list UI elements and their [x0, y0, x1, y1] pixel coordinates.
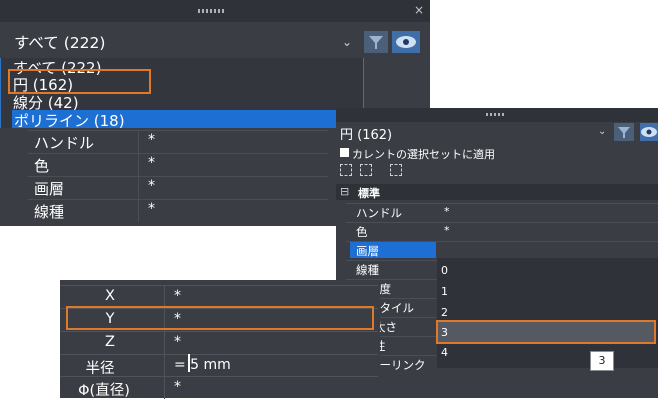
chevron-down-icon[interactable]: ⌄ — [598, 126, 606, 137]
property-name: ハンドル — [356, 206, 402, 220]
highlight-box — [8, 69, 151, 94]
chevron-down-icon[interactable]: ⌄ — [342, 35, 352, 49]
apply-selection-checkbox[interactable] — [340, 148, 349, 157]
dropdown-option[interactable]: 0 — [441, 264, 448, 277]
property-value: * — [174, 288, 181, 304]
property-row[interactable]: ハンドル * — [28, 130, 328, 153]
property-value: * — [444, 224, 450, 237]
tooltip: 3 — [590, 351, 614, 371]
select-objects-icon[interactable] — [340, 164, 352, 176]
property-row[interactable]: 線種 * — [28, 199, 328, 222]
divider — [164, 332, 165, 354]
text-caret — [188, 354, 190, 372]
divider — [138, 200, 139, 222]
property-name: 画層 — [356, 244, 379, 258]
selection-toolbar — [340, 162, 430, 178]
property-name: X — [105, 288, 115, 304]
property-name: 画層 — [34, 180, 65, 198]
divider — [164, 286, 165, 308]
property-row[interactable]: X * — [60, 285, 378, 308]
property-value: * — [148, 201, 155, 217]
combo-value: すべて (222) — [14, 34, 106, 52]
property-name: ハンドル — [34, 134, 95, 152]
property-name: 半径 — [85, 361, 115, 377]
combo-value[interactable]: 円 (162) — [340, 124, 392, 143]
property-value: * — [148, 155, 155, 171]
dropdown-option[interactable]: 4 — [441, 346, 448, 359]
property-name: 線種 — [34, 203, 65, 221]
select-remove-icon[interactable] — [360, 164, 372, 176]
property-name: 色 — [356, 225, 368, 239]
property-row[interactable]: 色 * — [28, 153, 328, 176]
highlight-box — [436, 320, 656, 344]
property-name: 色 — [34, 157, 50, 175]
property-row[interactable]: 色 * — [346, 222, 658, 241]
drag-grip-icon[interactable] — [486, 113, 506, 116]
property-name: 線種 — [356, 263, 379, 277]
property-row[interactable]: 画層 * — [28, 176, 328, 199]
quick-select-filter-icon[interactable] — [364, 31, 388, 53]
property-row[interactable]: ハンドル * — [346, 203, 658, 222]
eye-icon[interactable] — [640, 123, 658, 141]
drag-grip-icon[interactable] — [198, 9, 226, 13]
collapse-icon[interactable]: ⊟ — [340, 185, 349, 198]
close-icon[interactable]: × — [414, 3, 424, 17]
property-value: * — [148, 132, 155, 148]
dropdown-option[interactable]: 1 — [441, 285, 448, 298]
property-value: * — [444, 205, 450, 218]
checkbox-label: カレントの選択セットに適用 — [352, 148, 495, 161]
dropdown-option[interactable]: 2 — [441, 306, 448, 319]
property-name: Φ(直径) — [78, 383, 130, 399]
property-value: * — [174, 334, 181, 350]
divider — [164, 377, 165, 399]
eye-icon[interactable] — [392, 31, 420, 53]
property-row[interactable]: Z * — [60, 331, 378, 354]
select-add-icon[interactable] — [390, 164, 402, 176]
section-title: 標準 — [358, 187, 380, 200]
property-name: Z — [105, 334, 115, 350]
divider — [138, 131, 139, 153]
quick-select-filter-icon[interactable] — [614, 123, 634, 141]
section-header[interactable] — [336, 184, 658, 200]
property-row[interactable]: Φ(直径) * — [60, 376, 378, 399]
property-value: * — [174, 379, 181, 395]
lineweight-dropdown — [437, 258, 658, 368]
divider — [138, 154, 139, 176]
divider — [138, 177, 139, 199]
divider — [164, 355, 165, 377]
list-item-label: ポリライン (18) — [14, 112, 125, 130]
highlight-box — [66, 306, 374, 330]
radius-input[interactable]: = 5 mm — [174, 357, 231, 373]
property-value: * — [148, 178, 155, 194]
property-row[interactable]: 半径 = 5 mm — [60, 354, 378, 377]
